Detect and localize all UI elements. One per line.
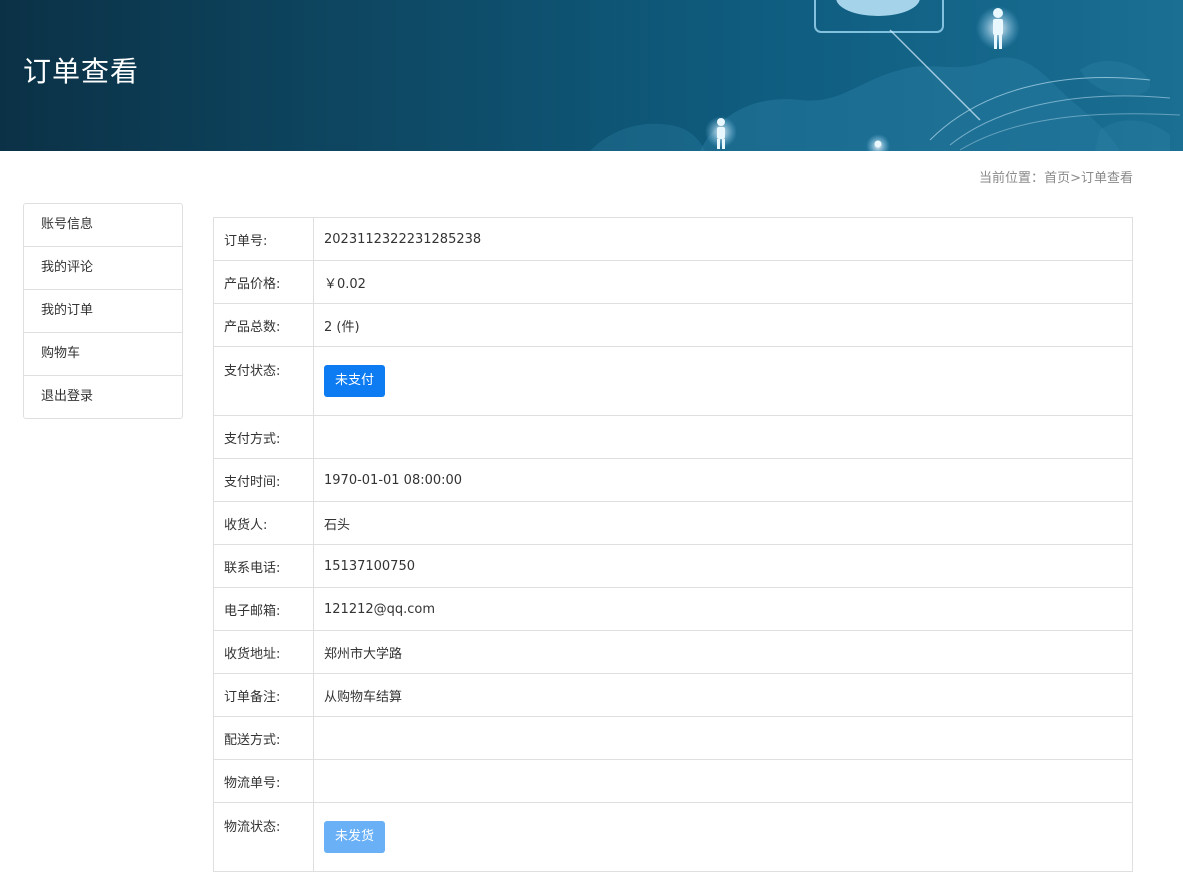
table-row: 支付时间: 1970-01-01 08:00:00 xyxy=(213,458,1133,502)
sidebar-item-logout[interactable]: 退出登录 xyxy=(24,375,182,418)
breadcrumb-separator: > xyxy=(1070,171,1081,186)
table-row: 电子邮箱: 121212@qq.com xyxy=(213,587,1133,631)
table-row: 收货地址: 郑州市大学路 xyxy=(213,630,1133,674)
sidebar-item-cart[interactable]: 购物车 xyxy=(24,332,182,375)
product-quantity-label: 产品总数: xyxy=(213,303,314,347)
shipping-address-label: 收货地址: xyxy=(213,630,314,674)
tracking-number-label: 物流单号: xyxy=(213,759,314,803)
page-banner: 订单查看 xyxy=(0,0,1183,151)
email-value: 121212@qq.com xyxy=(313,587,1133,631)
payment-method-value xyxy=(313,415,1133,459)
table-row: 物流状态: 未发货 xyxy=(213,802,1133,872)
payment-time-label: 支付时间: xyxy=(213,458,314,502)
sidebar-item-my-comments[interactable]: 我的评论 xyxy=(24,246,182,289)
product-quantity-value: 2 (件) xyxy=(313,303,1133,347)
order-detail-table: 订单号: 2023112322231285238 产品价格: ￥0.02 产品总… xyxy=(213,217,1133,872)
payment-method-label: 支付方式: xyxy=(213,415,314,459)
delivery-method-label: 配送方式: xyxy=(213,716,314,760)
tracking-number-value xyxy=(313,759,1133,803)
table-row: 订单备注: 从购物车结算 xyxy=(213,673,1133,717)
email-label: 电子邮箱: xyxy=(213,587,314,631)
unpaid-status-button[interactable]: 未支付 xyxy=(324,365,386,397)
payment-status-cell: 未支付 xyxy=(313,346,1133,416)
table-row: 收货人: 石头 xyxy=(213,501,1133,545)
table-row: 物流单号: xyxy=(213,759,1133,803)
table-row: 订单号: 2023112322231285238 xyxy=(213,217,1133,261)
logistics-status-cell: 未发货 xyxy=(313,802,1133,872)
table-row: 联系电话: 15137100750 xyxy=(213,544,1133,588)
breadcrumb-home-link[interactable]: 首页 xyxy=(1044,171,1070,186)
account-sidebar: 账号信息 我的评论 我的订单 购物车 退出登录 xyxy=(23,203,183,419)
table-row: 支付状态: 未支付 xyxy=(213,346,1133,416)
order-note-label: 订单备注: xyxy=(213,673,314,717)
order-number-label: 订单号: xyxy=(213,217,314,261)
order-number-value: 2023112322231285238 xyxy=(313,217,1133,261)
payment-status-label: 支付状态: xyxy=(213,346,314,416)
table-row: 支付方式: xyxy=(213,415,1133,459)
payment-time-value: 1970-01-01 08:00:00 xyxy=(313,458,1133,502)
not-shipped-status-button[interactable]: 未发货 xyxy=(324,821,386,853)
world-map-banner-image xyxy=(590,0,1181,151)
table-row: 产品价格: ￥0.02 xyxy=(213,260,1133,304)
breadcrumb: 当前位置：首页>订单查看 xyxy=(979,169,1133,189)
sidebar-item-my-orders[interactable]: 我的订单 xyxy=(24,289,182,332)
recipient-value: 石头 xyxy=(313,501,1133,545)
recipient-label: 收货人: xyxy=(213,501,314,545)
page-title: 订单查看 xyxy=(23,55,140,88)
delivery-method-value xyxy=(313,716,1133,760)
phone-label: 联系电话: xyxy=(213,544,314,588)
shipping-address-value: 郑州市大学路 xyxy=(313,630,1133,674)
table-row: 配送方式: xyxy=(213,716,1133,760)
logistics-status-label: 物流状态: xyxy=(213,802,314,872)
sidebar-item-account-info[interactable]: 账号信息 xyxy=(24,204,182,246)
breadcrumb-prefix: 当前位置： xyxy=(979,171,1045,186)
product-price-value: ￥0.02 xyxy=(313,260,1133,304)
order-note-value: 从购物车结算 xyxy=(313,673,1133,717)
product-price-label: 产品价格: xyxy=(213,260,314,304)
table-row: 产品总数: 2 (件) xyxy=(213,303,1133,347)
phone-value: 15137100750 xyxy=(313,544,1133,588)
breadcrumb-current: 订单查看 xyxy=(1080,171,1133,186)
